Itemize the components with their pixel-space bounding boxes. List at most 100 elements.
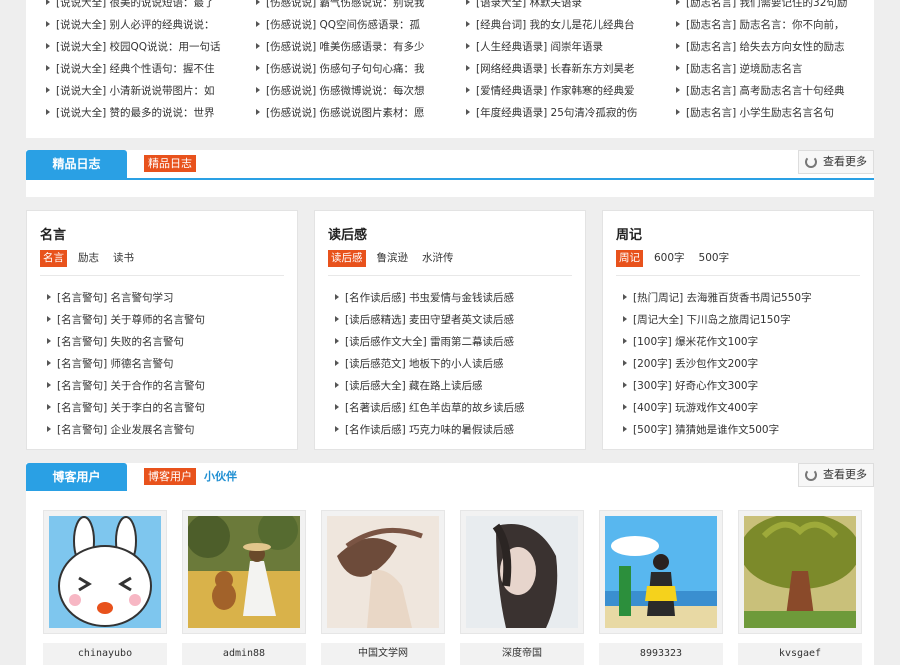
user-card[interactable]: 深度帝国 [460, 510, 584, 665]
list-item[interactable]: [说说大全] 经典个性语句：握不住 [46, 58, 246, 80]
list-item[interactable]: [读后感精选] 麦田守望者英文读后感 [335, 309, 525, 331]
tab-quotes[interactable]: 名言 [40, 250, 67, 267]
list-item[interactable]: [热门周记] 去海雅百货香书周记550字 [623, 287, 812, 309]
list-item[interactable]: [名言警句] 关于尊师的名言警句 [47, 309, 205, 331]
bullet-icon [47, 426, 51, 432]
avatar[interactable] [460, 510, 584, 634]
girl-windblown-hair-avatar [327, 516, 439, 628]
list-item[interactable]: [励志名言] 给失去方向女性的励志 [676, 36, 871, 58]
list-item[interactable]: [名言警句] 名言警句学习 [47, 287, 205, 309]
painted-tree-avatar [744, 516, 856, 628]
tab-featured-log[interactable]: 精品日志 [26, 150, 127, 178]
list-item[interactable]: [人生经典语录] 阎崇年语录 [466, 36, 666, 58]
list-item[interactable]: [400字] 玩游戏作文400字 [623, 397, 812, 419]
tab-500-words[interactable]: 500字 [696, 250, 733, 267]
tab-600-words[interactable]: 600字 [651, 250, 688, 267]
refresh-icon [805, 156, 817, 168]
user-name[interactable]: 8993323 [599, 643, 723, 665]
tab-reading[interactable]: 读书 [110, 250, 137, 267]
list-item[interactable]: [名著读后感] 红色羊齿草的故乡读后感 [335, 397, 525, 419]
list-item[interactable]: [名言警句] 师德名言警句 [47, 353, 205, 375]
list-item[interactable]: [名言警句] 失败的名言警句 [47, 331, 205, 353]
list-item[interactable]: [励志名言] 我们需要记住的32句励 [676, 0, 871, 14]
bullet-icon [335, 404, 339, 410]
list-item[interactable]: [伤感说说] 唯美伤感语录：有多少 [256, 36, 456, 58]
tab-blog-users[interactable]: 博客用户 [26, 463, 127, 491]
card-divider [328, 275, 572, 276]
list-item[interactable]: [励志名言] 逆境励志名言 [676, 58, 871, 80]
list-item[interactable]: [伤感说说] 伤感句子句句心痛：我 [256, 58, 456, 80]
list-item[interactable]: [读后感作文大全] 雷雨第二幕读后感 [335, 331, 525, 353]
list-item[interactable]: [伤感说说] 霸气伤感说说：别说我 [256, 0, 456, 14]
card-weekly-journal: 周记 周记 600字 500字 [热门周记] 去海雅百货香书周记550字 [周记大全… [602, 210, 874, 450]
featured-log-badge[interactable]: 精品日志 [144, 155, 196, 172]
list-item[interactable]: [伤感说说] QQ空间伤感语录：孤 [256, 14, 456, 36]
tab-reading-notes[interactable]: 读后感 [328, 250, 366, 267]
list-item[interactable]: [读后感范文] 地板下的小人读后感 [335, 353, 525, 375]
bullet-icon [466, 43, 470, 49]
tab-robinson[interactable]: 鲁滨逊 [374, 250, 412, 267]
user-name[interactable]: admin88 [182, 643, 306, 665]
list-item[interactable]: [名作读后感] 巧克力味的暑假读后感 [335, 419, 525, 441]
bullet-icon [623, 294, 627, 300]
top-list-column-1: [说说大全] 很美的说说短语：最了 [说说大全] 别人必评的经典说说： [说说大… [46, 0, 246, 124]
list-item[interactable]: [年度经典语录] 25句清冷孤寂的伤 [466, 102, 666, 124]
list-item[interactable]: [说说大全] 校园QQ说说：用一句话 [46, 36, 246, 58]
bullet-icon [47, 316, 51, 322]
bullet-icon [623, 382, 627, 388]
user-name[interactable]: chinayubo [43, 643, 167, 665]
list-item[interactable]: [200字] 丢沙包作文200字 [623, 353, 812, 375]
list-item[interactable]: [名作读后感] 书虫爱情与金钱读后感 [335, 287, 525, 309]
bullet-icon [47, 382, 51, 388]
list-item[interactable]: [名言警句] 企业发展名言警句 [47, 419, 205, 441]
view-more-button[interactable]: 查看更多 [798, 150, 874, 174]
list-item[interactable]: [网络经典语录] 长春新东方刘昊老 [466, 58, 666, 80]
list-item[interactable]: [名言警句] 关于合作的名言警句 [47, 375, 205, 397]
avatar[interactable] [738, 510, 862, 634]
bullet-icon [46, 109, 50, 115]
list-item[interactable]: [经典台词] 我的女儿是花儿经典台 [466, 14, 666, 36]
list-item[interactable]: [伤感说说] 伤感微博说说：每次想 [256, 80, 456, 102]
list-item[interactable]: [励志名言] 小学生励志名言名句 [676, 102, 871, 124]
top-article-list: [说说大全] 很美的说说短语：最了 [说说大全] 别人必评的经典说说： [说说大… [26, 0, 874, 138]
user-card[interactable]: admin88 [182, 510, 306, 665]
list-item[interactable]: [说说大全] 很美的说说短语：最了 [46, 0, 246, 14]
bullet-icon [335, 294, 339, 300]
friends-link[interactable]: 小伙伴 [204, 468, 237, 485]
list-item[interactable]: [500字] 猜猜她是谁作文500字 [623, 419, 812, 441]
view-more-button[interactable]: 查看更多 [798, 463, 874, 487]
list-item[interactable]: [说说大全] 赞的最多的说说：世界 [46, 102, 246, 124]
avatar[interactable] [321, 510, 445, 634]
list-item[interactable]: [爱情经典语录] 作家韩寒的经典爱 [466, 80, 666, 102]
user-card[interactable]: chinayubo [43, 510, 167, 665]
list-item[interactable]: [励志名言] 励志名言：你不向前， [676, 14, 871, 36]
blog-users-badge[interactable]: 博客用户 [144, 468, 196, 485]
tab-water-margin[interactable]: 水浒传 [419, 250, 457, 267]
list-item[interactable]: [说说大全] 小清新说说带图片：如 [46, 80, 246, 102]
user-card[interactable]: 中国文学网 [321, 510, 445, 665]
list-item[interactable]: [名言警句] 关于李白的名言警句 [47, 397, 205, 419]
list-item[interactable]: [100字] 爆米花作文100字 [623, 331, 812, 353]
user-card[interactable]: kvsgaef [738, 510, 862, 665]
bullet-icon [47, 338, 51, 344]
avatar[interactable] [43, 510, 167, 634]
tab-weekly-journal[interactable]: 周记 [616, 250, 643, 267]
user-name[interactable]: 中国文学网 [321, 643, 445, 665]
list-item[interactable]: [说说大全] 别人必评的经典说说： [46, 14, 246, 36]
list-item[interactable]: [300字] 好奇心作文300字 [623, 375, 812, 397]
user-name[interactable]: kvsgaef [738, 643, 862, 665]
list-item[interactable]: [伤感说说] 伤感说说图片素材：愿 [256, 102, 456, 124]
list-item[interactable]: [励志名言] 高考励志名言十句经典 [676, 80, 871, 102]
list-item[interactable]: [读后感大全] 藏在路上读后感 [335, 375, 525, 397]
avatar[interactable] [599, 510, 723, 634]
list-item[interactable]: [周记大全] 下川岛之旅周记150字 [623, 309, 812, 331]
bullet-icon [676, 87, 680, 93]
user-card[interactable]: 8993323 [599, 510, 723, 665]
bullet-icon [47, 404, 51, 410]
tab-inspiration[interactable]: 励志 [75, 250, 102, 267]
avatar[interactable] [182, 510, 306, 634]
view-more-label: 查看更多 [823, 155, 867, 168]
list-item[interactable]: [语录大全] 林默夫语录 [466, 0, 666, 14]
user-name[interactable]: 深度帝国 [460, 643, 584, 665]
bullet-icon [676, 0, 680, 5]
